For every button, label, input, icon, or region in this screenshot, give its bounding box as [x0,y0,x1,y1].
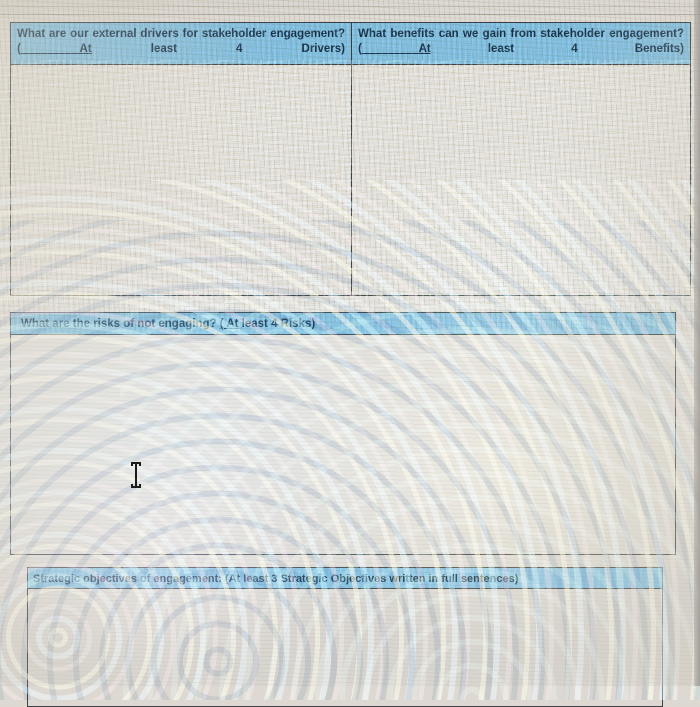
header-cell-risks-label: What are the risks of not engaging? [21,318,217,330]
desk-edge-line [0,14,700,15]
answer-cell-strategic-objectives[interactable] [28,589,662,706]
desk-edge-highlight [0,6,700,7]
drivers-benefits-table[interactable]: What are our external drivers for stakeh… [10,22,691,296]
answer-cell-benefits[interactable] [352,65,690,295]
header-cell-strategic-objectives: Strategic objectives of engagement: (At … [28,568,662,589]
header-cell-drivers-label: What are our external drivers for stakeh… [17,28,345,40]
answer-cell-risks[interactable] [11,335,675,554]
strategic-objectives-table[interactable]: Strategic objectives of engagement: (At … [27,567,663,707]
answer-cell-drivers[interactable] [11,65,352,295]
header-cell-risks: What are the risks of not engaging? ( At… [11,313,675,335]
header-cell-drivers-hint: ( At least 4 Drivers) [17,42,345,55]
header-cell-benefits-hint: ( At least 4 Benefits) [358,42,684,55]
header-cell-risks-hint: ( At least 4 Risks) [219,318,316,330]
header-cell-benefits-label: What benefits can we gain from stakehold… [358,28,684,40]
risks-table[interactable]: What are the risks of not engaging? ( At… [10,312,676,555]
table-body-row [11,65,690,295]
header-cell-drivers: What are our external drivers for stakeh… [11,23,352,65]
screen-right-edge [694,0,700,686]
table-header-row: What are our external drivers for stakeh… [11,23,690,65]
photographed-screen: What are our external drivers for stakeh… [0,0,700,707]
header-cell-benefits: What benefits can we gain from stakehold… [352,23,690,65]
